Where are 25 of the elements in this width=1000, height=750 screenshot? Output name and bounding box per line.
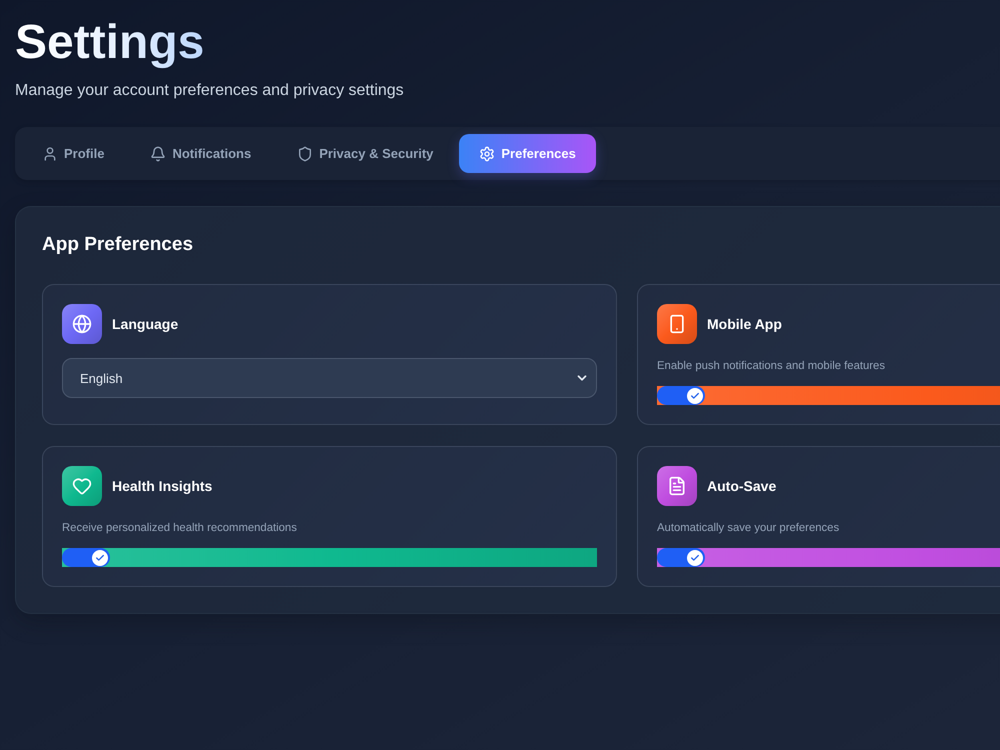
setting-title: Language [112,316,178,332]
setting-title: Auto-Save [707,478,776,494]
toggle-track[interactable] [62,548,597,567]
check-icon [687,388,703,404]
setting-description: Receive personalized health recommendations [62,521,298,536]
toggle-switch[interactable] [657,548,705,567]
setting-description: Automatically save your preferences [657,521,840,536]
shield-icon [297,146,314,162]
tab[interactable]: Privacy & Security [277,134,454,173]
toggle-switch[interactable] [62,548,110,567]
settings-icon [479,146,496,162]
check-icon [687,550,703,566]
page-subtitle: Manage your account preferences and privacy settings [15,81,404,101]
language-select[interactable]: English [62,358,597,398]
tab[interactable]: Profile [22,134,124,173]
tab[interactable]: Notifications [130,134,272,173]
check-icon [92,550,108,566]
panel-title: App Preferences [42,233,194,257]
setting-title: Health Insights [112,478,212,494]
bell-icon [150,146,166,162]
toggle-switch[interactable] [657,386,705,405]
user-icon [42,146,58,162]
setting-title: Mobile App [707,316,782,332]
setting-description: Enable push notifications and mobile features [657,359,886,374]
tab[interactable]: Preferences [459,134,596,173]
